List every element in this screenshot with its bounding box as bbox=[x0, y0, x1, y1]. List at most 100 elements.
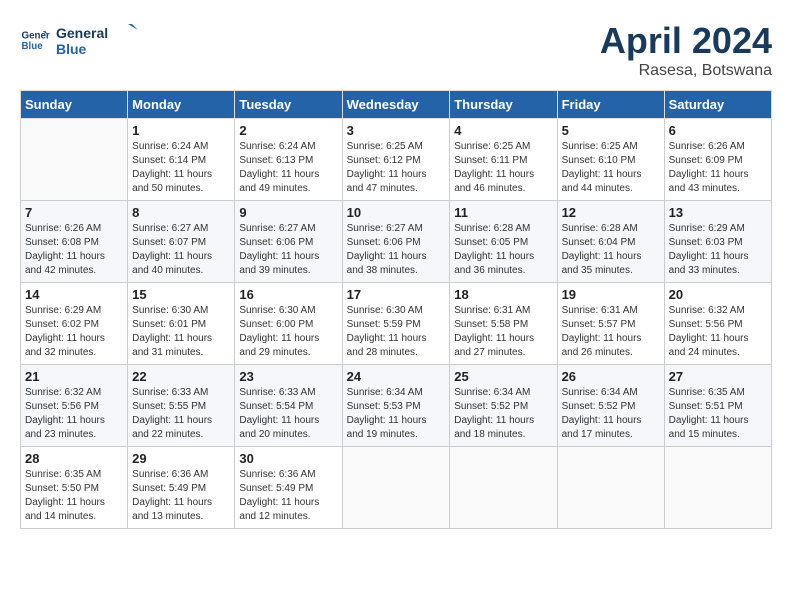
calendar-day-cell: 2 Sunrise: 6:24 AMSunset: 6:13 PMDaylight… bbox=[235, 119, 342, 201]
calendar-day-cell: 15Sunrise: 6:30 AMSunset: 6:01 PMDayligh… bbox=[128, 283, 235, 365]
day-info: Sunrise: 6:25 AMSunset: 6:12 PMDaylight:… bbox=[347, 140, 446, 196]
day-info: Sunrise: 6:36 AMSunset: 5:49 PMDaylight:… bbox=[132, 468, 230, 524]
day-number: 1 bbox=[132, 123, 230, 138]
day-number: 29 bbox=[132, 451, 230, 466]
calendar-day-cell: 4 Sunrise: 6:25 AMSunset: 6:11 PMDaylight… bbox=[450, 119, 557, 201]
day-number: 13 bbox=[669, 205, 767, 220]
svg-text:Blue: Blue bbox=[56, 41, 87, 57]
weekday-header-cell: Monday bbox=[128, 91, 235, 119]
location-subtitle: Rasesa, Botswana bbox=[600, 62, 772, 80]
calendar-day-cell: 17 Sunrise: 6:30 AMSunset: 5:59 PMDayligh… bbox=[342, 283, 450, 365]
day-info: Sunrise: 6:34 AMSunset: 5:52 PMDaylight:… bbox=[454, 386, 552, 442]
day-number: 23 bbox=[239, 369, 337, 384]
day-info: Sunrise: 6:36 AMSunset: 5:49 PMDaylight:… bbox=[239, 468, 337, 524]
day-info: Sunrise: 6:24 AMSunset: 6:13 PMDaylight:… bbox=[239, 140, 337, 196]
logo-svg: General Blue bbox=[56, 20, 146, 60]
logo-icon: General Blue bbox=[20, 25, 50, 55]
calendar-day-cell bbox=[450, 447, 557, 529]
calendar-day-cell: 23 Sunrise: 6:33 AMSunset: 5:54 PMDayligh… bbox=[235, 365, 342, 447]
calendar-day-cell: 1 Sunrise: 6:24 AMSunset: 6:14 PMDaylight… bbox=[128, 119, 235, 201]
svg-text:Blue: Blue bbox=[22, 41, 44, 52]
calendar-table: SundayMondayTuesdayWednesdayThursdayFrid… bbox=[20, 90, 772, 529]
title-block: April 2024 Rasesa, Botswana bbox=[600, 20, 772, 80]
calendar-day-cell: 28 Sunrise: 6:35 AMSunset: 5:50 PMDayligh… bbox=[21, 447, 128, 529]
day-number: 17 bbox=[347, 287, 446, 302]
calendar-day-cell: 5 Sunrise: 6:25 AMSunset: 6:10 PMDaylight… bbox=[557, 119, 664, 201]
calendar-day-cell bbox=[664, 447, 771, 529]
day-info: Sunrise: 6:31 AMSunset: 5:57 PMDaylight:… bbox=[562, 304, 660, 360]
day-number: 24 bbox=[347, 369, 446, 384]
calendar-day-cell: 12Sunrise: 6:28 AMSunset: 6:04 PMDayligh… bbox=[557, 201, 664, 283]
day-info: Sunrise: 6:25 AMSunset: 6:10 PMDaylight:… bbox=[562, 140, 660, 196]
day-info: Sunrise: 6:29 AMSunset: 6:02 PMDaylight:… bbox=[25, 304, 123, 360]
day-info: Sunrise: 6:25 AMSunset: 6:11 PMDaylight:… bbox=[454, 140, 552, 196]
calendar-day-cell: 7 Sunrise: 6:26 AMSunset: 6:08 PMDaylight… bbox=[21, 201, 128, 283]
calendar-day-cell bbox=[342, 447, 450, 529]
day-number: 26 bbox=[562, 369, 660, 384]
day-info: Sunrise: 6:30 AMSunset: 6:00 PMDaylight:… bbox=[239, 304, 337, 360]
day-number: 7 bbox=[25, 205, 123, 220]
day-info: Sunrise: 6:29 AMSunset: 6:03 PMDaylight:… bbox=[669, 222, 767, 278]
day-info: Sunrise: 6:34 AMSunset: 5:53 PMDaylight:… bbox=[347, 386, 446, 442]
day-info: Sunrise: 6:30 AMSunset: 6:01 PMDaylight:… bbox=[132, 304, 230, 360]
calendar-day-cell: 14 Sunrise: 6:29 AMSunset: 6:02 PMDayligh… bbox=[21, 283, 128, 365]
calendar-body: 1 Sunrise: 6:24 AMSunset: 6:14 PMDaylight… bbox=[21, 119, 772, 529]
day-number: 25 bbox=[454, 369, 552, 384]
calendar-day-cell: 30Sunrise: 6:36 AMSunset: 5:49 PMDayligh… bbox=[235, 447, 342, 529]
weekday-header-cell: Wednesday bbox=[342, 91, 450, 119]
weekday-header-cell: Saturday bbox=[664, 91, 771, 119]
calendar-day-cell: 18Sunrise: 6:31 AMSunset: 5:58 PMDayligh… bbox=[450, 283, 557, 365]
calendar-day-cell bbox=[21, 119, 128, 201]
day-info: Sunrise: 6:28 AMSunset: 6:05 PMDaylight:… bbox=[454, 222, 552, 278]
day-number: 16 bbox=[239, 287, 337, 302]
day-number: 20 bbox=[669, 287, 767, 302]
weekday-header-row: SundayMondayTuesdayWednesdayThursdayFrid… bbox=[21, 91, 772, 119]
month-title: April 2024 bbox=[600, 20, 772, 62]
day-number: 11 bbox=[454, 205, 552, 220]
weekday-header-cell: Tuesday bbox=[235, 91, 342, 119]
day-info: Sunrise: 6:26 AMSunset: 6:08 PMDaylight:… bbox=[25, 222, 123, 278]
day-info: Sunrise: 6:32 AMSunset: 5:56 PMDaylight:… bbox=[669, 304, 767, 360]
day-number: 3 bbox=[347, 123, 446, 138]
day-number: 28 bbox=[25, 451, 123, 466]
day-info: Sunrise: 6:31 AMSunset: 5:58 PMDaylight:… bbox=[454, 304, 552, 360]
day-number: 8 bbox=[132, 205, 230, 220]
day-info: Sunrise: 6:35 AMSunset: 5:50 PMDaylight:… bbox=[25, 468, 123, 524]
weekday-header-cell: Thursday bbox=[450, 91, 557, 119]
day-number: 9 bbox=[239, 205, 337, 220]
calendar-week-row: 14 Sunrise: 6:29 AMSunset: 6:02 PMDayligh… bbox=[21, 283, 772, 365]
calendar-day-cell: 10Sunrise: 6:27 AMSunset: 6:06 PMDayligh… bbox=[342, 201, 450, 283]
page-header: General Blue General Blue April 2024 Ras… bbox=[20, 20, 772, 80]
day-info: Sunrise: 6:33 AMSunset: 5:54 PMDaylight:… bbox=[239, 386, 337, 442]
day-number: 14 bbox=[25, 287, 123, 302]
day-number: 19 bbox=[562, 287, 660, 302]
calendar-day-cell: 21 Sunrise: 6:32 AMSunset: 5:56 PMDayligh… bbox=[21, 365, 128, 447]
calendar-week-row: 28 Sunrise: 6:35 AMSunset: 5:50 PMDayligh… bbox=[21, 447, 772, 529]
day-number: 4 bbox=[454, 123, 552, 138]
day-info: Sunrise: 6:30 AMSunset: 5:59 PMDaylight:… bbox=[347, 304, 446, 360]
day-number: 6 bbox=[669, 123, 767, 138]
calendar-day-cell: 25 Sunrise: 6:34 AMSunset: 5:52 PMDayligh… bbox=[450, 365, 557, 447]
calendar-day-cell bbox=[557, 447, 664, 529]
calendar-week-row: 21 Sunrise: 6:32 AMSunset: 5:56 PMDayligh… bbox=[21, 365, 772, 447]
calendar-day-cell: 9Sunrise: 6:27 AMSunset: 6:06 PMDaylight… bbox=[235, 201, 342, 283]
calendar-day-cell: 22Sunrise: 6:33 AMSunset: 5:55 PMDayligh… bbox=[128, 365, 235, 447]
calendar-day-cell: 8Sunrise: 6:27 AMSunset: 6:07 PMDaylight… bbox=[128, 201, 235, 283]
day-info: Sunrise: 6:24 AMSunset: 6:14 PMDaylight:… bbox=[132, 140, 230, 196]
day-info: Sunrise: 6:32 AMSunset: 5:56 PMDaylight:… bbox=[25, 386, 123, 442]
svg-text:General: General bbox=[56, 25, 108, 41]
day-info: Sunrise: 6:34 AMSunset: 5:52 PMDaylight:… bbox=[562, 386, 660, 442]
day-number: 5 bbox=[562, 123, 660, 138]
calendar-day-cell: 27Sunrise: 6:35 AMSunset: 5:51 PMDayligh… bbox=[664, 365, 771, 447]
calendar-day-cell: 11 Sunrise: 6:28 AMSunset: 6:05 PMDayligh… bbox=[450, 201, 557, 283]
day-info: Sunrise: 6:26 AMSunset: 6:09 PMDaylight:… bbox=[669, 140, 767, 196]
calendar-day-cell: 19 Sunrise: 6:31 AMSunset: 5:57 PMDayligh… bbox=[557, 283, 664, 365]
day-number: 21 bbox=[25, 369, 123, 384]
day-number: 2 bbox=[239, 123, 337, 138]
day-info: Sunrise: 6:35 AMSunset: 5:51 PMDaylight:… bbox=[669, 386, 767, 442]
calendar-day-cell: 3 Sunrise: 6:25 AMSunset: 6:12 PMDaylight… bbox=[342, 119, 450, 201]
calendar-day-cell: 13 Sunrise: 6:29 AMSunset: 6:03 PMDayligh… bbox=[664, 201, 771, 283]
day-number: 10 bbox=[347, 205, 446, 220]
calendar-day-cell: 26 Sunrise: 6:34 AMSunset: 5:52 PMDayligh… bbox=[557, 365, 664, 447]
day-number: 22 bbox=[132, 369, 230, 384]
